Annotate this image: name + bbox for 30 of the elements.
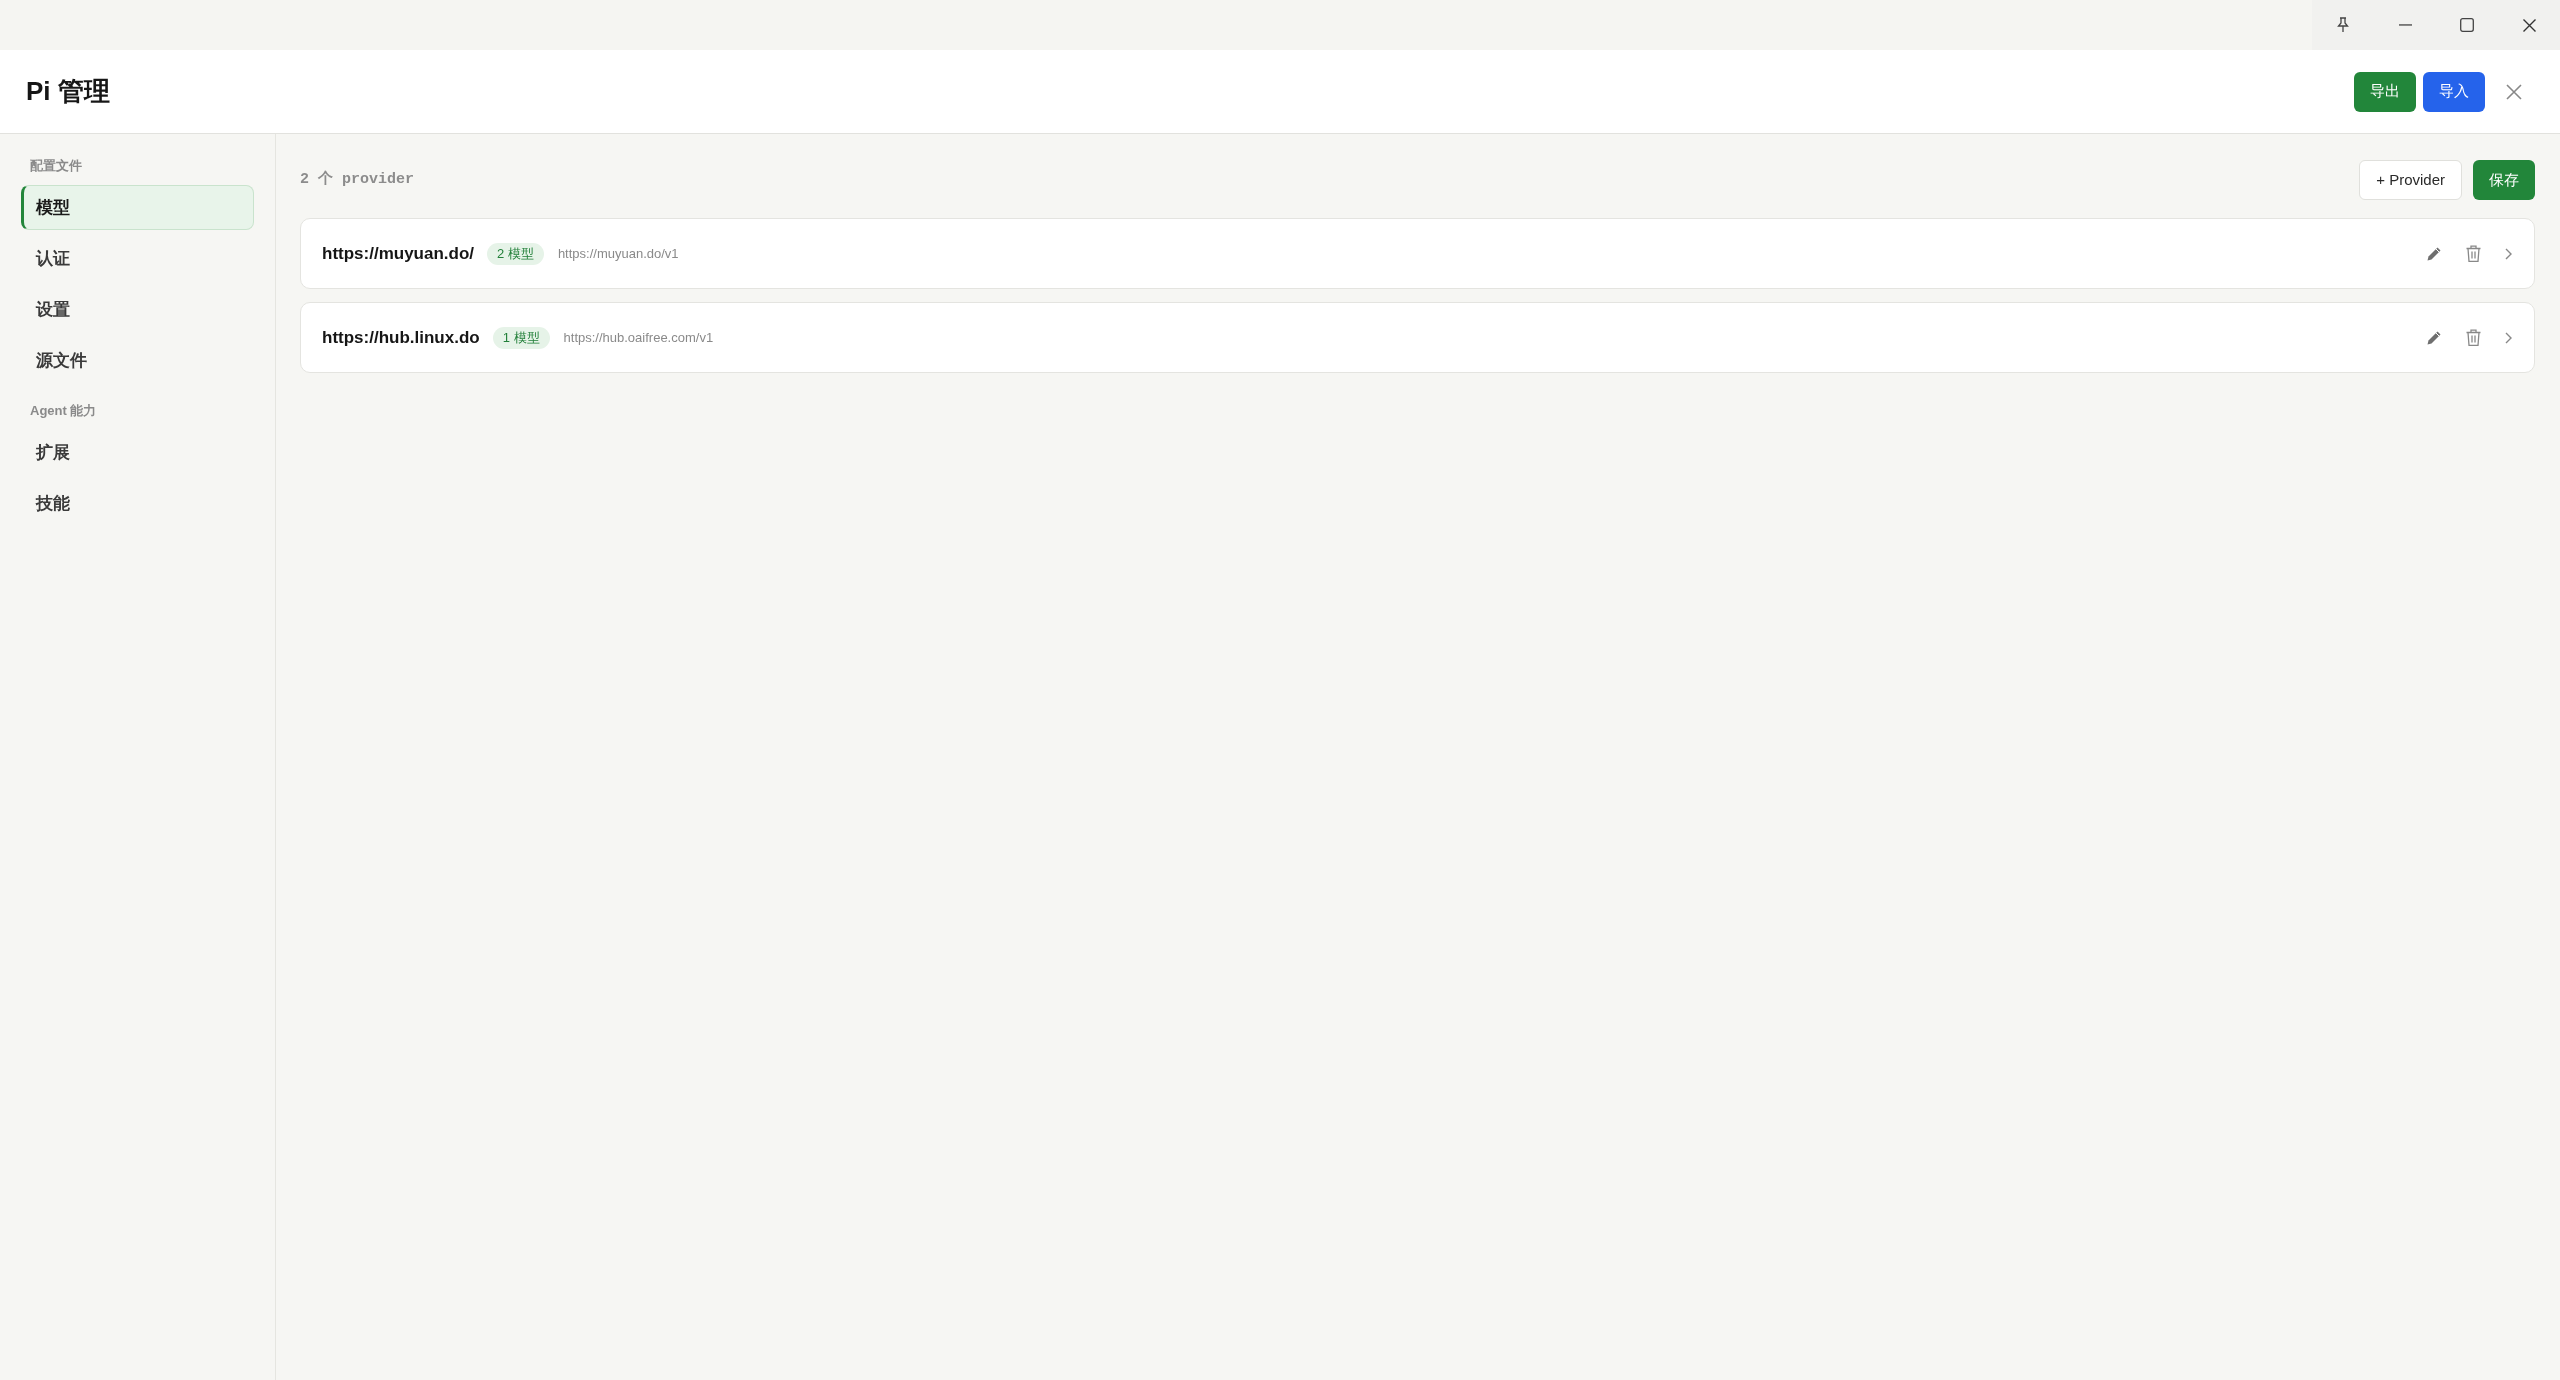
toolbar-button[interactable]: + Provider bbox=[2359, 160, 2462, 200]
header-button[interactable]: 导入 bbox=[2423, 71, 2485, 112]
maximize-icon[interactable] bbox=[2460, 18, 2474, 32]
chevron-right-icon[interactable] bbox=[2505, 331, 2512, 344]
app-title: Pi 管理 bbox=[26, 75, 110, 108]
header-button[interactable]: 导出 bbox=[2354, 71, 2416, 112]
base-url: https://muyuan.do/v1 bbox=[557, 244, 679, 263]
pencil-icon[interactable] bbox=[2426, 245, 2442, 262]
minimize-icon[interactable] bbox=[2398, 24, 2412, 26]
model-count-badge: 2 模型 bbox=[487, 242, 544, 265]
sidebar-item[interactable]: 扩展 bbox=[21, 430, 254, 475]
sidebar-item[interactable]: 设置 bbox=[21, 287, 254, 332]
sidebar-item[interactable]: 认证 bbox=[21, 236, 254, 281]
section-label: 配置文件 bbox=[29, 157, 83, 175]
trash-icon[interactable] bbox=[2466, 245, 2481, 262]
trash-icon[interactable] bbox=[2466, 329, 2481, 346]
provider-name: https://muyuan.do/ bbox=[322, 242, 475, 265]
model-count-badge: 1 模型 bbox=[492, 326, 550, 349]
pin-icon[interactable] bbox=[2337, 17, 2349, 33]
sidebar-item[interactable]: 源文件 bbox=[21, 338, 254, 383]
section-label: Agent 能力 bbox=[29, 402, 98, 420]
base-url: https://hub.oaifree.com/v1 bbox=[563, 328, 714, 347]
provider-name: https://hub.linux.do bbox=[322, 326, 480, 349]
sidebar-item[interactable]: 技能 bbox=[21, 481, 254, 526]
close-icon[interactable] bbox=[2522, 18, 2536, 32]
pencil-icon[interactable] bbox=[2426, 329, 2442, 346]
toolbar-button[interactable]: 保存 bbox=[2473, 160, 2535, 200]
chevron-right-icon[interactable] bbox=[2505, 247, 2512, 260]
provider-count: 2 个 provider bbox=[300, 169, 415, 190]
sidebar-item[interactable]: 模型 bbox=[21, 185, 254, 230]
